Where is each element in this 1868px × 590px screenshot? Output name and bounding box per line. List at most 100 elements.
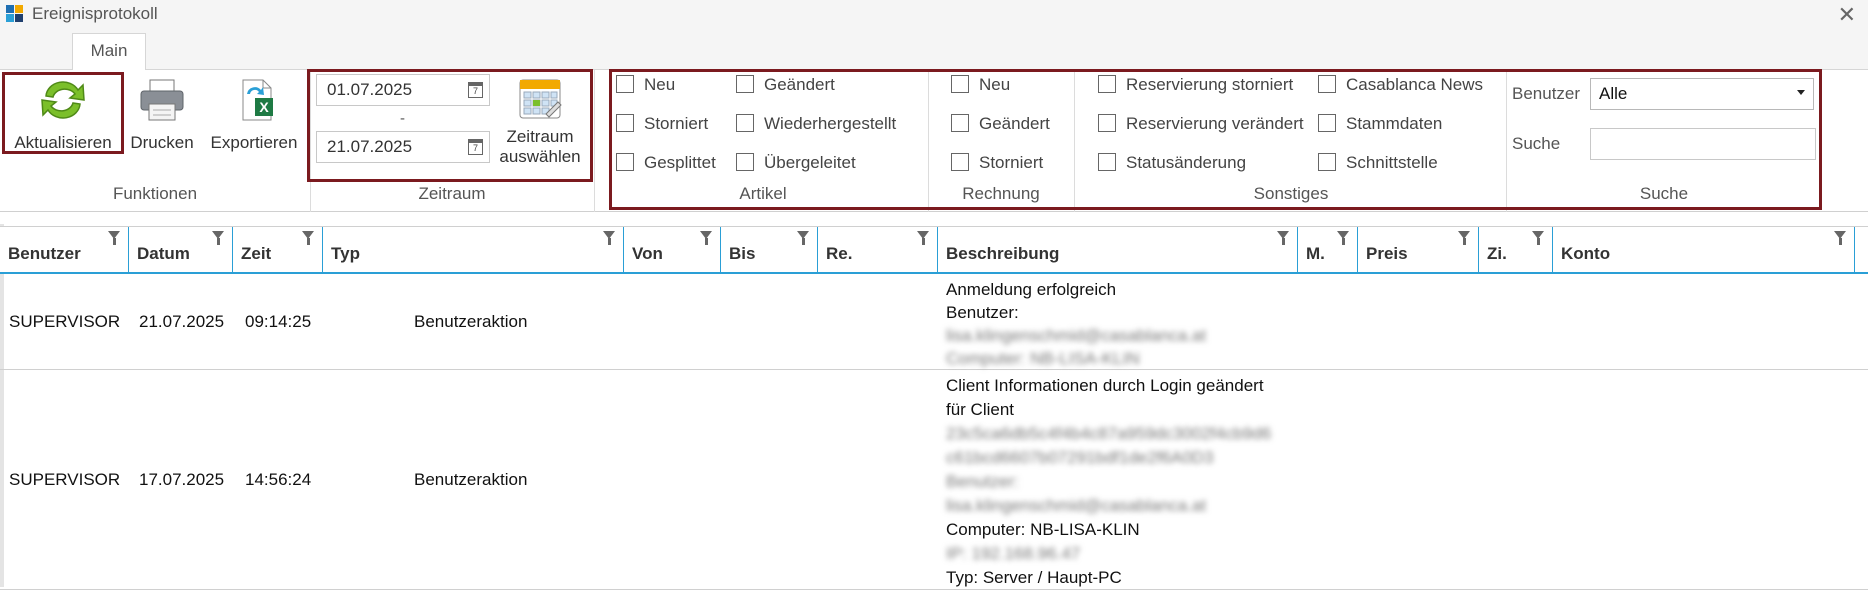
cell-description-line-redacted: lisa.klingenschmid@casablanca.at (946, 326, 1207, 345)
printer-icon (140, 79, 184, 121)
filter-icon[interactable] (1532, 231, 1544, 245)
checkbox-reservation-changed[interactable]: Reservierung verändert (1098, 114, 1304, 134)
cell-date: 21.07.2025 (139, 312, 225, 331)
checkbox-label: Storniert (979, 153, 1044, 172)
checkbox-invoice-new[interactable]: Neu (951, 75, 1010, 95)
column-label: M. (1306, 244, 1325, 263)
app-icon (6, 5, 23, 22)
column-header-description[interactable]: Beschreibung (938, 227, 1298, 273)
checkbox-invoice-cancelled[interactable]: Storniert (951, 153, 1043, 173)
checkbox-article-split[interactable]: Gesplittet (616, 153, 716, 173)
group-separator (594, 70, 595, 212)
filter-icon[interactable] (1337, 231, 1349, 245)
checkbox-label: Casablanca News (1346, 75, 1484, 94)
checkbox-article-cancelled[interactable]: Storniert (616, 114, 708, 134)
cell-time: 09:14:25 (245, 312, 312, 331)
cell-user: SUPERVISOR (9, 312, 121, 331)
calendar-icon[interactable]: 7 (468, 82, 483, 98)
date-to-field[interactable]: 21.07.2025 7 (316, 131, 490, 163)
column-header-user[interactable]: Benutzer (0, 227, 129, 273)
group-label-functions: Funktionen (112, 184, 198, 203)
print-label: Drucken (130, 133, 194, 152)
checkbox-invoice-changed[interactable]: Geändert (951, 114, 1050, 134)
column-header-date[interactable]: Datum (129, 227, 233, 273)
select-period-button[interactable]: Zeitraum auswählen (494, 76, 586, 167)
filter-icon[interactable] (1277, 231, 1289, 245)
column-header-room[interactable]: Zi. (1479, 227, 1553, 273)
column-label: Bis (729, 244, 756, 263)
calendar-icon[interactable]: 7 (468, 139, 483, 155)
column-header-invoice[interactable]: Re. (818, 227, 938, 273)
filter-icon[interactable] (1458, 231, 1470, 245)
search-label: Suche (1512, 134, 1561, 153)
group-label-period: Zeitraum (418, 184, 486, 203)
column-header-time[interactable]: Zeit (233, 227, 323, 273)
filter-icon[interactable] (302, 231, 314, 245)
cell-description-line: Benutzer: (946, 303, 1019, 322)
cell-description-line: Computer: NB-LISA-KLIN (946, 520, 1140, 539)
checkbox-status-change[interactable]: Statusänderung (1098, 153, 1246, 173)
cell-type: Benutzeraktion (414, 470, 528, 489)
column-label: Beschreibung (946, 244, 1060, 263)
checkbox-article-restored[interactable]: Wiederhergestellt (736, 114, 896, 134)
cell-description-line-redacted: Benutzer: (946, 472, 1019, 491)
table-row[interactable]: SUPERVISOR 21.07.2025 09:14:25 Benutzera… (0, 274, 1868, 370)
export-button[interactable]: X Exportieren (206, 76, 302, 153)
filter-icon[interactable] (212, 231, 224, 245)
column-header-to[interactable]: Bis (721, 227, 818, 273)
column-label: Preis (1366, 244, 1408, 263)
filter-icon[interactable] (1834, 231, 1846, 245)
checkbox-casablanca-news[interactable]: Casablanca News (1318, 75, 1483, 95)
export-label: Exportieren (210, 133, 298, 152)
checkbox-master-data[interactable]: Stammdaten (1318, 114, 1442, 134)
checkbox-article-changed[interactable]: Geändert (736, 75, 835, 95)
column-label: Typ (331, 244, 360, 263)
cell-description-line: Anmeldung erfolgreich (946, 280, 1117, 299)
filter-icon[interactable] (917, 231, 929, 245)
user-filter-label: Benutzer (1512, 84, 1581, 103)
search-input[interactable] (1590, 128, 1816, 160)
checkbox-label: Storniert (644, 114, 709, 133)
checkbox-label: Neu (644, 75, 676, 94)
column-header-price[interactable]: Preis (1358, 227, 1479, 273)
column-header-account[interactable]: Konto (1553, 227, 1855, 273)
checkbox-label: Reservierung verändert (1126, 114, 1304, 133)
column-header-m[interactable]: M. (1298, 227, 1358, 273)
group-label-misc: Sonstiges (1253, 184, 1329, 203)
checkbox-interface[interactable]: Schnittstelle (1318, 153, 1438, 173)
refresh-icon (41, 81, 85, 119)
checkbox-article-transferred[interactable]: Übergeleitet (736, 153, 856, 173)
tab-main[interactable]: Main (72, 33, 146, 71)
grid-header-row: Benutzer Datum Zeit Typ Von Bis Re. Besc… (0, 226, 1868, 274)
checkbox-label: Stammdaten (1346, 114, 1443, 133)
checkbox-article-new[interactable]: Neu (616, 75, 675, 95)
user-filter-select[interactable]: Alle (1590, 78, 1814, 110)
user-filter-value: Alle (1599, 84, 1628, 103)
column-header-from[interactable]: Von (624, 227, 721, 273)
date-separator: - (400, 110, 405, 127)
print-button[interactable]: Drucken (126, 76, 198, 153)
refresh-button[interactable]: Aktualisieren (6, 76, 120, 153)
column-label: Von (632, 244, 663, 263)
group-label-invoice: Rechnung (962, 184, 1040, 203)
filter-icon[interactable] (700, 231, 712, 245)
cell-type: Benutzeraktion (414, 312, 528, 331)
filter-icon[interactable] (603, 231, 615, 245)
checkbox-reservation-cancelled[interactable]: Reservierung storniert (1098, 75, 1293, 95)
select-period-line1: Zeitraum (506, 127, 574, 146)
cell-description-line: Client Informationen durch Login geänder… (946, 376, 1264, 395)
cell-description-line-redacted: 23c5ca6db5c4f4b4c87a959dc3002f4cb9d6 (946, 424, 1272, 443)
table-row[interactable]: SUPERVISOR 17.07.2025 14:56:24 Benutzera… (0, 370, 1868, 590)
chevron-down-icon (1797, 90, 1805, 95)
checkbox-label: Geändert (979, 114, 1050, 133)
column-header-type[interactable]: Typ (323, 227, 624, 273)
cell-description-line: Typ: Server / Haupt-PC (946, 568, 1122, 587)
filter-icon[interactable] (797, 231, 809, 245)
close-icon[interactable]: ✕ (1838, 2, 1856, 28)
filter-icon[interactable] (108, 231, 120, 245)
checkbox-label: Gesplittet (644, 153, 716, 172)
date-to-value: 21.07.2025 (327, 137, 413, 156)
select-period-line2: auswählen (499, 147, 581, 166)
column-label: Datum (137, 244, 190, 263)
date-from-field[interactable]: 01.07.2025 7 (316, 74, 490, 106)
